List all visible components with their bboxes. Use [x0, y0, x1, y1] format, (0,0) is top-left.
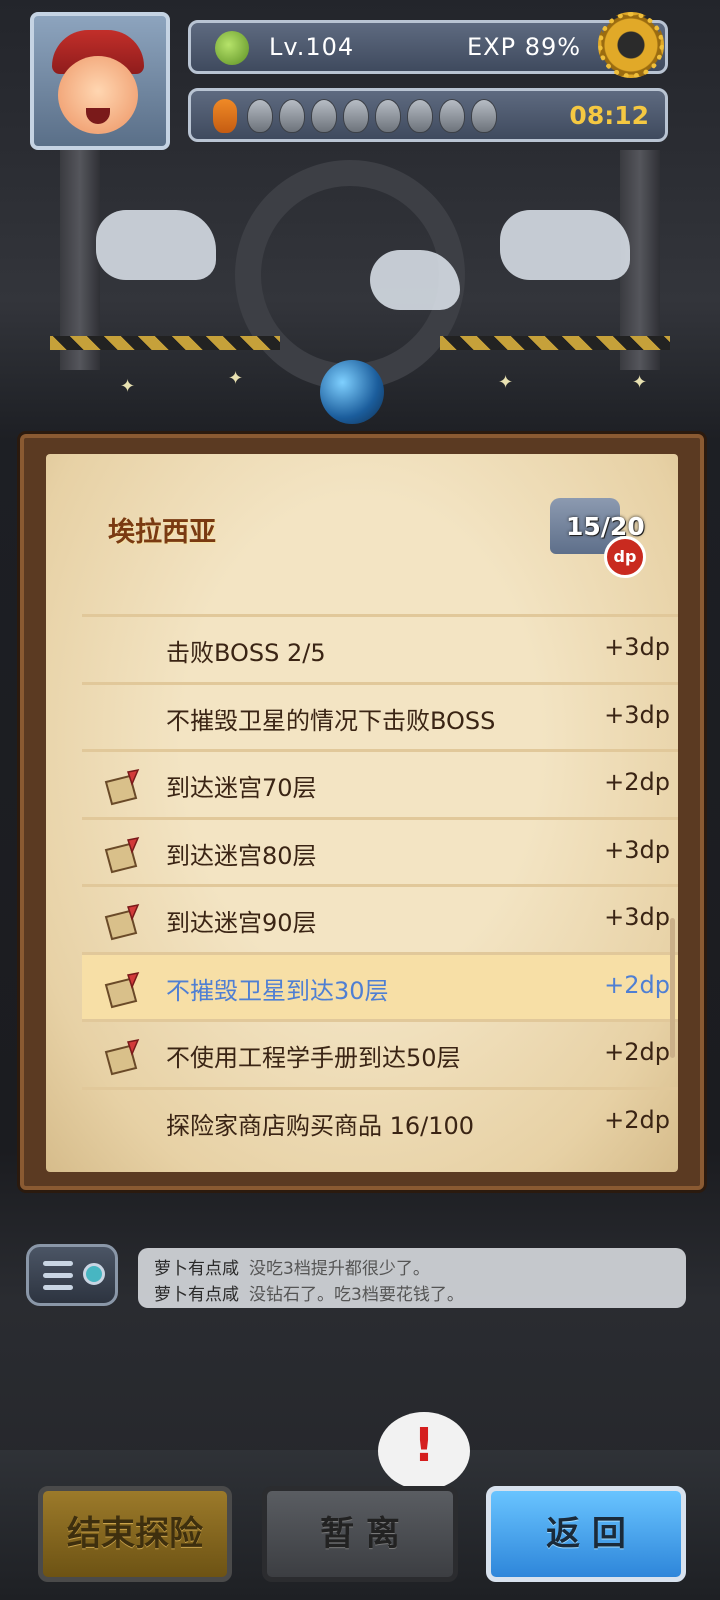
chat-username: 萝卜有点咸 — [154, 1259, 239, 1279]
carrot-icon — [213, 99, 237, 133]
stamina-bar: 08:12 — [188, 88, 668, 142]
quest-row[interactable]: 探险家商店购买商品 16/100 +2dp — [82, 1086, 678, 1155]
player-avatar[interactable] — [30, 12, 170, 150]
sparkle-icon: ✦ — [228, 368, 244, 389]
quest-reward: +2dp — [604, 1105, 670, 1134]
quest-text: 到达迷宫80层 — [166, 841, 317, 870]
hazard-stripe — [440, 336, 670, 350]
parchment: 埃拉西亚 15/20 dp 击败BOSS 2/5 +3dp 不摧毁卫星的情况下击… — [46, 454, 678, 1172]
quest-reward: +3dp — [604, 903, 670, 931]
end-exploration-button[interactable]: 结束探险 — [38, 1486, 232, 1582]
quill-scroll-icon — [104, 768, 140, 806]
back-button[interactable]: 返 回 — [486, 1486, 686, 1582]
quest-reward: +2dp — [604, 970, 670, 999]
sparkle-icon: ✦ — [632, 372, 648, 393]
hazard-stripe — [50, 336, 280, 350]
level-text: Lv.104 — [269, 33, 355, 61]
quest-text: 探险家商店购买商品 16/100 — [166, 1111, 475, 1140]
quest-reward: +3dp — [604, 633, 670, 661]
chat-message: 萝卜有点咸 没吃3档提升都很少了。 — [154, 1254, 430, 1279]
timer-text: 08:12 — [569, 101, 649, 130]
seed-icon — [247, 99, 273, 133]
chat-text: 没钻石了。吃3档要花钱了。 — [249, 1285, 464, 1305]
quill-scroll-icon — [104, 836, 140, 873]
menu-line — [43, 1285, 73, 1290]
quest-reward: +3dp — [604, 835, 670, 864]
seed-icon — [343, 99, 369, 133]
sparkle-icon: ✦ — [120, 376, 136, 397]
sparkle-icon: ✦ — [498, 372, 514, 393]
quest-row[interactable]: 不摧毁卫星的情况下击败BOSS +3dp — [82, 681, 678, 750]
quill-scroll-icon — [104, 971, 140, 1008]
level-bar: Lv.104 EXP 89% — [188, 20, 668, 74]
quest-row[interactable]: 到达迷宫80层 +3dp — [82, 816, 678, 885]
quest-panel: 埃拉西亚 15/20 dp 击败BOSS 2/5 +3dp 不摧毁卫星的情况下击… — [20, 434, 704, 1190]
seed-icon — [279, 99, 305, 133]
quest-row[interactable]: 到达迷宫70层 +2dp — [82, 749, 678, 817]
list-scrollbar[interactable] — [670, 918, 675, 1058]
chat-message: 萝卜有点咸 没钻石了。吃3档要花钱了。 — [154, 1280, 464, 1305]
quest-text: 不摧毁卫星到达30层 — [166, 976, 389, 1005]
chat-text: 没吃3档提升都很少了。 — [249, 1259, 430, 1279]
blue-potion-icon — [320, 360, 384, 424]
quest-text: 不使用工程学手册到达50层 — [166, 1044, 461, 1072]
alert-icon: ! — [413, 1418, 435, 1472]
snow-pile — [96, 210, 216, 280]
seed-icon — [311, 99, 337, 133]
quill-scroll-icon — [104, 903, 140, 941]
chat-box[interactable]: 萝卜有点咸 没吃3档提升都很少了。 萝卜有点咸 没钻石了。吃3档要花钱了。 — [138, 1248, 686, 1308]
quest-row[interactable]: 不使用工程学手册到达50层 +2dp — [82, 1019, 678, 1087]
quest-text: 到达迷宫70层 — [166, 774, 317, 802]
dp-badge-icon: dp — [604, 536, 646, 578]
seed-icon — [375, 99, 401, 133]
quest-reward: +2dp — [604, 768, 670, 796]
menu-line — [43, 1273, 73, 1278]
pause-button[interactable]: 暂 离 — [262, 1486, 458, 1582]
alert-bubble[interactable]: ! — [378, 1412, 470, 1490]
exp-text: EXP 89% — [467, 33, 582, 61]
seed-icon — [407, 99, 433, 133]
quest-reward: +2dp — [604, 1038, 670, 1066]
chat-dot-icon — [83, 1263, 105, 1285]
leaf-icon — [215, 31, 249, 65]
quest-text: 击败BOSS 2/5 — [166, 639, 326, 667]
quest-row-highlighted[interactable]: 不摧毁卫星到达30层 +2dp — [82, 951, 678, 1019]
menu-line — [43, 1261, 73, 1266]
settings-gear-icon[interactable] — [598, 12, 664, 78]
seed-icon — [471, 99, 497, 133]
quest-text: 不摧毁卫星的情况下击败BOSS — [166, 706, 496, 735]
seed-icon — [439, 99, 465, 133]
chat-toggle-button[interactable] — [26, 1244, 118, 1306]
quill-scroll-icon — [104, 1038, 140, 1076]
panel-title: 埃拉西亚 — [108, 517, 216, 548]
quest-text: 到达迷宫90层 — [166, 909, 317, 937]
snow-pile — [500, 210, 630, 280]
chat-username: 萝卜有点咸 — [154, 1285, 239, 1305]
quest-list[interactable]: 击败BOSS 2/5 +3dp 不摧毁卫星的情况下击败BOSS +3dp 到达迷… — [82, 614, 678, 1154]
quest-row[interactable]: 击败BOSS 2/5 +3dp — [82, 614, 678, 682]
quest-row[interactable]: 到达迷宫90层 +3dp — [82, 884, 678, 952]
quest-reward: +3dp — [604, 700, 670, 729]
